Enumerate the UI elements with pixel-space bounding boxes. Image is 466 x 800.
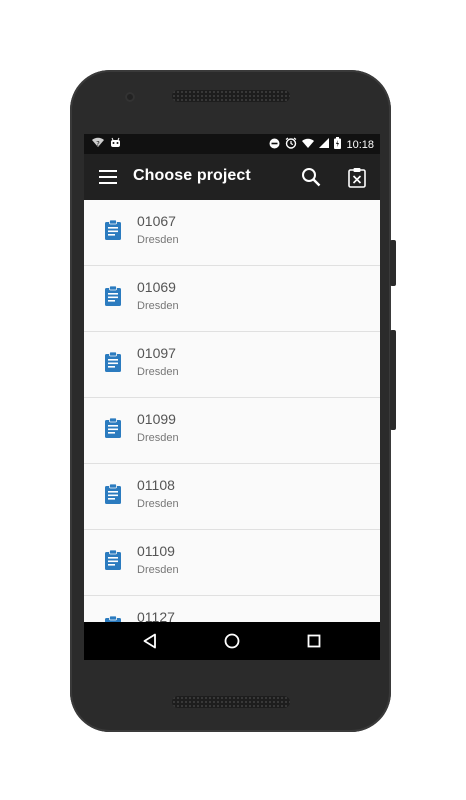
battery-charging-icon xyxy=(334,137,342,152)
signal-icon xyxy=(319,138,330,151)
svg-text:?: ? xyxy=(96,140,100,148)
page-title: Choose project xyxy=(133,167,251,184)
bottom-speaker xyxy=(172,696,290,708)
volume-button xyxy=(390,240,396,286)
project-code: 01069 xyxy=(137,279,176,295)
hamburger-menu-icon[interactable] xyxy=(96,165,120,189)
status-bar: ? 10:18 xyxy=(84,134,380,154)
navigation-bar xyxy=(84,622,380,660)
list-item[interactable]: 01067 Dresden xyxy=(84,200,380,266)
project-city: Dresden xyxy=(137,300,179,312)
list-item[interactable]: 01069 Dresden xyxy=(84,266,380,332)
clipboard-icon xyxy=(105,483,121,504)
project-code: 01108 xyxy=(137,477,175,493)
list-item[interactable]: 01097 Dresden xyxy=(84,332,380,398)
project-city: Dresden xyxy=(137,234,179,246)
project-code: 01109 xyxy=(137,543,175,559)
list-item[interactable]: 01108 Dresden xyxy=(84,464,380,530)
top-speaker xyxy=(172,90,290,102)
list-item[interactable]: 01109 Dresden xyxy=(84,530,380,596)
clock-time: 10:18 xyxy=(346,138,374,151)
clipboard-close-icon[interactable] xyxy=(345,165,369,189)
clipboard-icon xyxy=(105,351,121,372)
android-icon xyxy=(110,137,121,151)
recents-square-icon[interactable] xyxy=(304,631,324,651)
home-circle-icon[interactable] xyxy=(222,631,242,651)
project-city: Dresden xyxy=(137,366,179,378)
clipboard-icon xyxy=(105,219,121,240)
wifi-question-icon: ? xyxy=(92,137,104,151)
project-city: Dresden xyxy=(137,498,179,510)
project-code: 01127 xyxy=(137,609,175,622)
screen: ? 10:18 Choose project 01067 Dresden 010… xyxy=(84,134,380,660)
project-code: 01097 xyxy=(137,345,176,361)
project-city: Dresden xyxy=(137,432,179,444)
clipboard-icon xyxy=(105,549,121,570)
search-icon[interactable] xyxy=(299,165,323,189)
do-not-disturb-icon xyxy=(269,138,280,152)
list-item[interactable]: 01127 xyxy=(84,596,380,622)
back-triangle-icon[interactable] xyxy=(140,631,160,651)
alarm-icon xyxy=(285,137,297,152)
power-button xyxy=(390,330,396,430)
app-bar: Choose project xyxy=(84,154,380,200)
front-camera xyxy=(125,92,135,102)
clipboard-icon xyxy=(105,417,121,438)
wifi-icon xyxy=(302,138,315,151)
clipboard-icon xyxy=(105,285,121,306)
list-item[interactable]: 01099 Dresden xyxy=(84,398,380,464)
project-city: Dresden xyxy=(137,564,179,576)
project-list: 01067 Dresden 01069 Dresden 01097 Dresde… xyxy=(84,200,380,622)
project-code: 01067 xyxy=(137,213,176,229)
project-code: 01099 xyxy=(137,411,176,427)
